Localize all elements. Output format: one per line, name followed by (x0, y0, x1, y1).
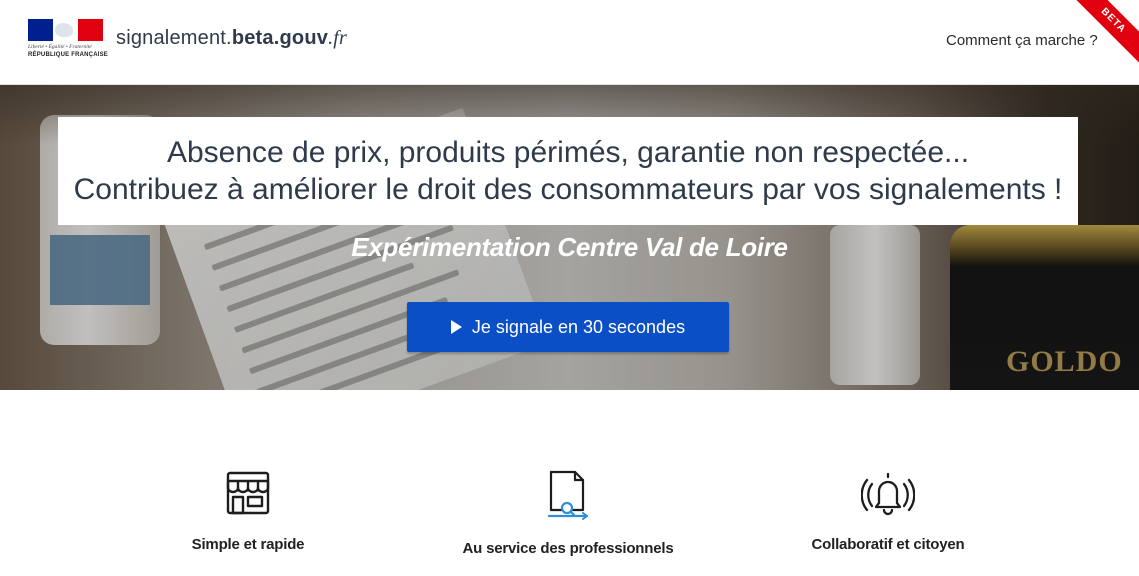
hero-subtitle: Expérimentation Centre Val de Loire (351, 232, 788, 262)
site-name-part2: beta.gouv (231, 27, 329, 49)
shop-icon (226, 471, 270, 515)
site-header: Liberté • Égalité • Fraternité RÉPUBLIQU… (0, 0, 1139, 85)
marianne-flag-icon (28, 19, 103, 41)
hero-title-line2: Contribuez à améliorer le droit des cons… (73, 173, 1063, 206)
feature-label: Collaboratif et citoyen (811, 536, 965, 553)
feature-simple: Simple et rapide (88, 470, 408, 553)
bell-ringing-icon (861, 472, 915, 516)
logo-motto: Liberté • Égalité • Fraternité (28, 44, 92, 50)
how-it-works-link[interactable]: Comment ça marche ? (946, 32, 1098, 49)
feature-collaborative: Collaboratif et citoyen (728, 470, 1048, 553)
site-name-part1: signalement. (116, 27, 232, 49)
hero-title-box: Absence de prix, produits périmés, garan… (58, 117, 1078, 225)
site-name-link[interactable]: signalement.beta.gouv.fr (116, 27, 347, 50)
feature-professionals: Au service des professionnels (408, 470, 728, 557)
feature-label: Au service des professionnels (462, 540, 674, 557)
logo-country: RÉPUBLIQUE FRANÇAISE (28, 52, 109, 58)
report-cta-label: Je signale en 30 secondes (471, 316, 686, 337)
play-icon (450, 320, 462, 334)
republique-francaise-logo[interactable]: Liberté • Égalité • Fraternité RÉPUBLIQU… (28, 19, 109, 61)
hero-banner: GOLDO Absence de prix, produits périmés,… (0, 85, 1139, 390)
report-cta-button[interactable]: Je signale en 30 secondes (407, 302, 729, 352)
site-name-part3: .fr (328, 27, 348, 49)
document-search-icon (547, 470, 589, 520)
feature-label: Simple et rapide (191, 536, 305, 553)
hero-title-line1: Absence de prix, produits périmés, garan… (166, 136, 970, 169)
features-section: Simple et rapide Au service des professi… (0, 390, 1139, 576)
